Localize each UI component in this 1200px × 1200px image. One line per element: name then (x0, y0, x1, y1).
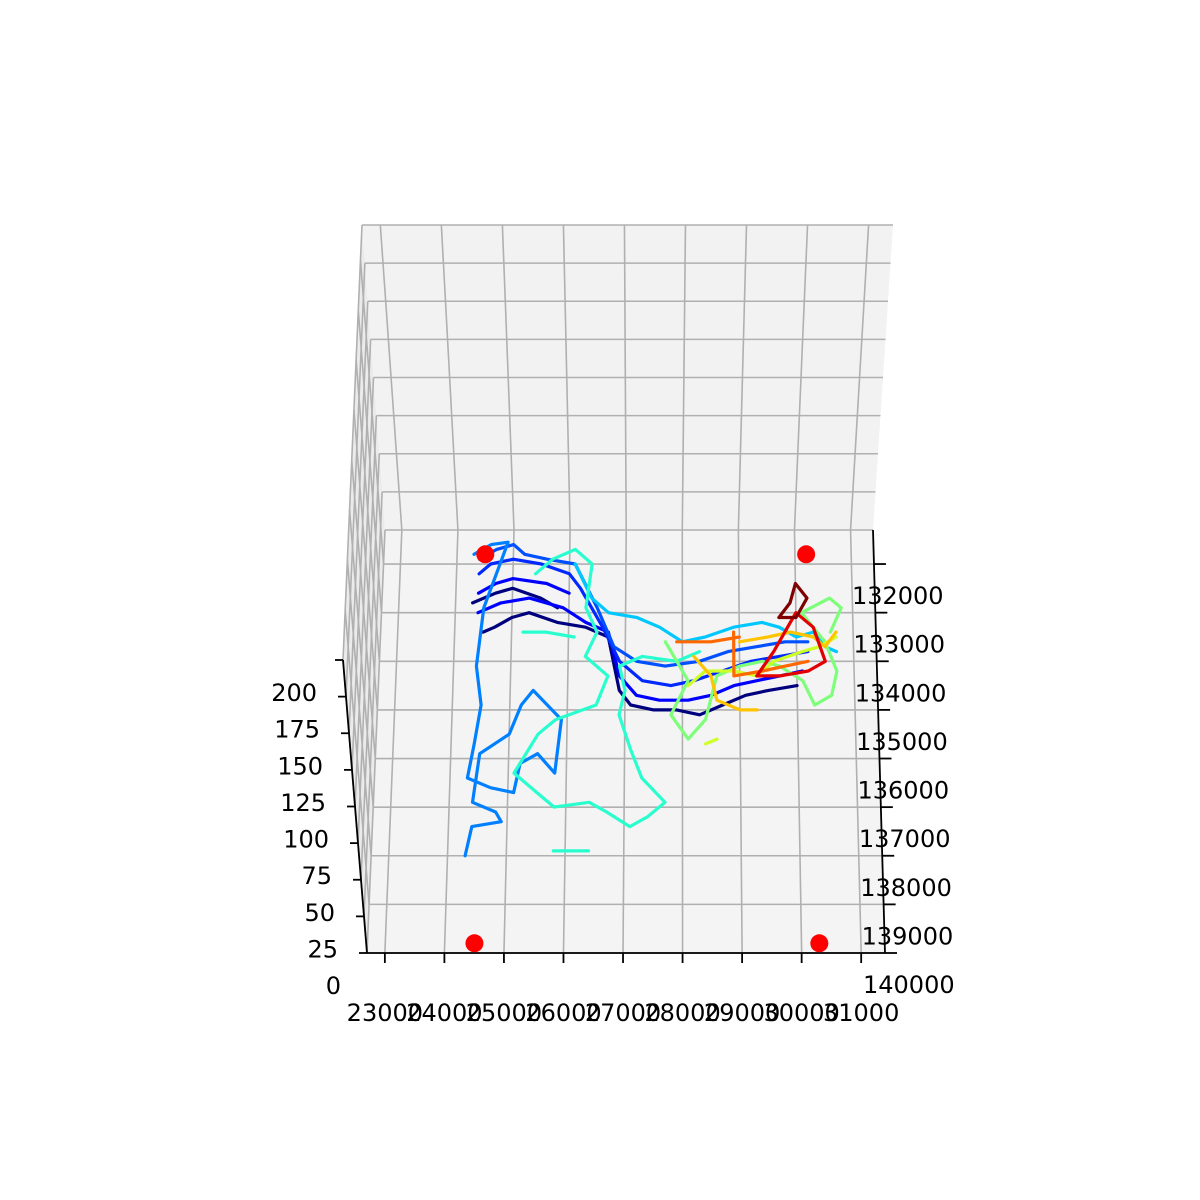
marker-point (476, 545, 495, 564)
z-tick-label: 125 (280, 789, 326, 817)
z-tick-label: 0 (326, 972, 341, 1000)
chart-3d-contour: 2300024000250002600027000280002900030000… (271, 224, 955, 1027)
y-tick-label: 133000 (853, 631, 945, 659)
marker-point (465, 934, 484, 953)
y-tick-label: 132000 (852, 582, 944, 610)
y-tick-label: 138000 (860, 874, 952, 902)
marker-point (810, 934, 829, 953)
x-tick-label: 31000 (823, 999, 899, 1027)
z-tick-label: 50 (304, 899, 335, 927)
z-tick-label: 150 (277, 752, 323, 780)
z-tick-label: 75 (301, 862, 332, 890)
y-tick-label: 140000 (863, 971, 955, 999)
z-tick-label: 200 (271, 679, 317, 707)
z-tick-label: 25 (307, 935, 338, 963)
y-tick-label: 139000 (862, 922, 954, 950)
z-tick-label: 175 (274, 716, 320, 744)
z-tick-label: 100 (283, 826, 329, 854)
marker-point (797, 545, 816, 564)
y-tick-label: 136000 (857, 777, 949, 805)
y-tick-label: 134000 (855, 679, 947, 707)
y-tick-label: 137000 (859, 825, 951, 853)
y-tick-label: 135000 (856, 728, 948, 756)
